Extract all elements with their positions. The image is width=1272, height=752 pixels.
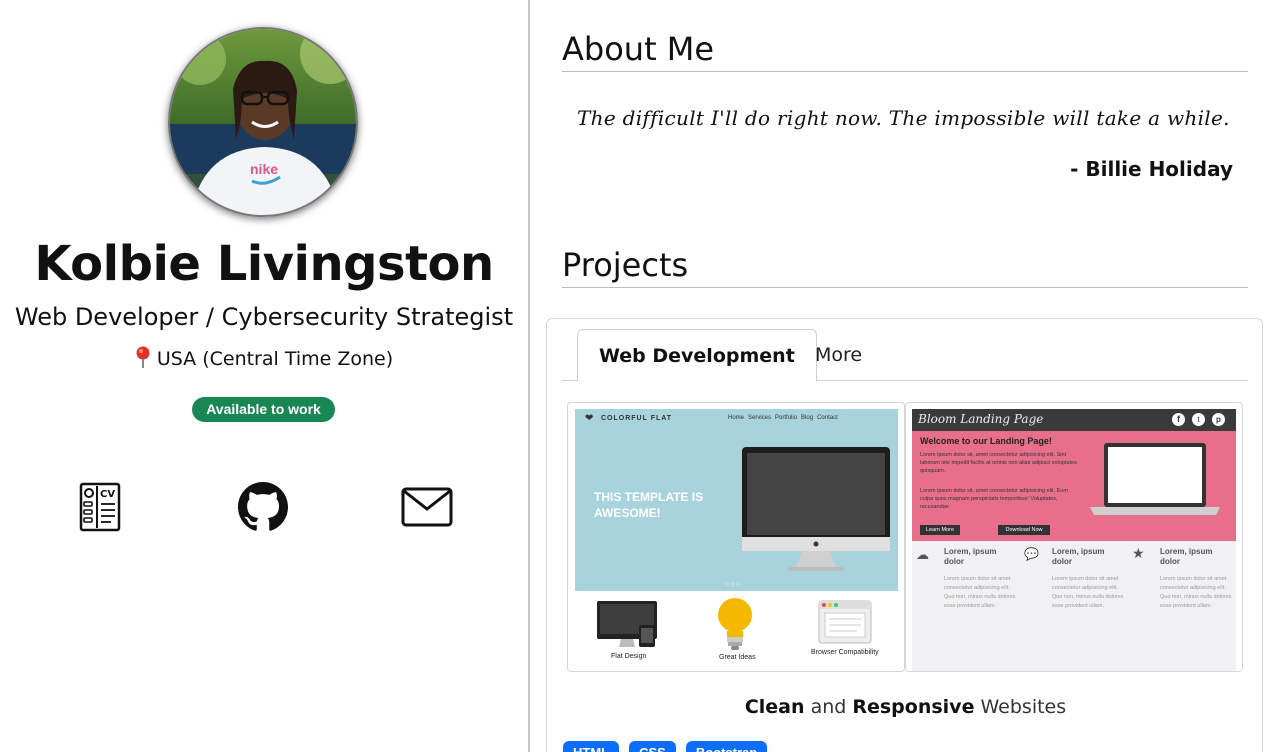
thumb1-hero-text: THIS TEMPLATE IS AWESOME!: [594, 489, 703, 521]
mail-icon: [401, 487, 453, 527]
feature-great-ideas: Great Ideas: [719, 654, 756, 661]
profile-location: USA (Central Time Zone): [0, 346, 528, 373]
email-link[interactable]: [400, 480, 454, 534]
tab-web-development[interactable]: Web Development: [577, 329, 817, 382]
tag-bootstrap: Bootstrap: [685, 741, 768, 752]
avatar: nike: [168, 27, 358, 217]
profile-panel: nike Kolbie Livingston Web Developer / C…: [0, 0, 530, 752]
thumb2-columns: ☁ Lorem, ipsum dolor Lorem ipsum dolor s…: [912, 541, 1236, 671]
profile-role: Web Developer / Cybersecurity Strategist: [14, 303, 514, 331]
tech-tags: HTML CSS Bootstrap: [563, 741, 768, 752]
learn-more-button: Learn More: [920, 525, 960, 535]
availability-badge: Available to work: [192, 397, 335, 422]
thumb1-nav-item: Portfolio: [775, 415, 798, 421]
flat-design-icon: [597, 601, 657, 647]
feature-flat-design: Flat Design: [611, 653, 647, 660]
quote-text: The difficult I'll do right now. The imp…: [577, 106, 1230, 130]
tab-more[interactable]: More: [794, 329, 883, 381]
thumb2-hero: Welcome to our Landing Page! Lorem ipsum…: [912, 431, 1236, 541]
thumb1-nav-item: Contact: [817, 415, 838, 421]
thumb2-brand: Bloom Landing Page: [918, 412, 1044, 426]
thumb2-header: Bloom Landing Page f t p: [912, 409, 1236, 431]
column-text: Lorem ipsum dolor sit amet consectetur a…: [1160, 576, 1232, 609]
caption-responsive: Responsive: [852, 696, 975, 718]
column-heading: Lorem, ipsum dolor: [944, 547, 997, 566]
thumb1-hero: ❤ COLORFUL FLAT Home Services Portfolio …: [575, 409, 898, 591]
projects-title: Projects: [562, 246, 1248, 288]
quote-author: - Billie Holiday: [1070, 157, 1233, 181]
projects-card: Web Development More ❤ COLORFUL FLAT Hom…: [546, 318, 1263, 752]
thumb1-nav-item: Services: [748, 415, 772, 421]
github-link[interactable]: [236, 480, 290, 534]
thumb1-nav: Home Services Portfolio Blog Contact: [728, 415, 838, 421]
tag-html: HTML: [563, 741, 620, 752]
thumb2-body1: Lorem ipsum dolor sit, amet consectetur …: [920, 452, 1077, 474]
svg-text:CV: CV: [100, 489, 115, 500]
svg-text:nike: nike: [250, 161, 278, 177]
thumb2-body2: Lorem ipsum dolor sit, amet consectetur …: [920, 488, 1068, 510]
chat-icon: 💬: [1024, 547, 1039, 561]
caption-clean: Clean: [744, 696, 805, 718]
caption-and: and: [804, 696, 853, 718]
cloud-download-icon: ☁: [916, 547, 929, 562]
thumb1-hero-line2: AWESOME!: [594, 506, 661, 520]
imac-illustration: [742, 447, 890, 571]
twitter-icon: t: [1192, 413, 1205, 426]
thumb1-hero-line1: THIS TEMPLATE IS: [594, 490, 704, 504]
project-tabs: Web Development More: [562, 329, 1248, 382]
cv-icon: CV: [79, 482, 121, 532]
about-title: About Me: [562, 30, 1248, 72]
carousel-dots: ○○○: [725, 581, 741, 588]
project-thumbnail-bloom-landing[interactable]: Bloom Landing Page f t p Welcome to our …: [905, 402, 1243, 672]
feature-browser-compatibility: Browser Compatibility: [811, 649, 879, 656]
avatar-photo: nike: [170, 29, 356, 215]
download-now-button: Download Now: [998, 525, 1050, 535]
great-ideas-icon: [718, 598, 752, 650]
cv-link[interactable]: CV: [73, 480, 127, 534]
laptop-illustration: [1090, 443, 1220, 515]
profile-name: Kolbie Livingston: [34, 236, 494, 292]
thumb1-nav-item: Blog: [801, 415, 814, 421]
caption-websites: Websites: [974, 696, 1067, 718]
github-icon: [238, 482, 288, 531]
pinterest-icon: p: [1212, 413, 1225, 426]
browser-compatibility-icon: [818, 600, 872, 644]
column-heading: Lorem, ipsum dolor: [1052, 547, 1105, 566]
thumb1-brand: COLORFUL FLAT: [601, 415, 673, 422]
thumb1-features: Flat Design Great Ideas Browser Compatib…: [575, 593, 898, 671]
star-icon: ★: [1132, 545, 1145, 561]
heart-icon: ❤: [585, 413, 594, 424]
project-thumbnail-colorful-flat[interactable]: ❤ COLORFUL FLAT Home Services Portfolio …: [567, 402, 905, 672]
facebook-icon: f: [1172, 413, 1185, 426]
column-text: Lorem ipsum dolor sit amet consectetur a…: [944, 576, 1016, 609]
location-text: USA (Central Time Zone): [156, 348, 394, 370]
project-caption: Clean and Responsive Websites: [547, 696, 1264, 718]
location-pin-icon: [135, 346, 151, 373]
column-heading: Lorem, ipsum dolor: [1160, 547, 1213, 566]
column-text: Lorem ipsum dolor sit amet consectetur a…: [1052, 576, 1124, 609]
thumb2-welcome: Welcome to our Landing Page!: [920, 436, 1052, 446]
tag-css: CSS: [629, 741, 676, 752]
thumb1-nav-item: Home: [728, 415, 745, 421]
